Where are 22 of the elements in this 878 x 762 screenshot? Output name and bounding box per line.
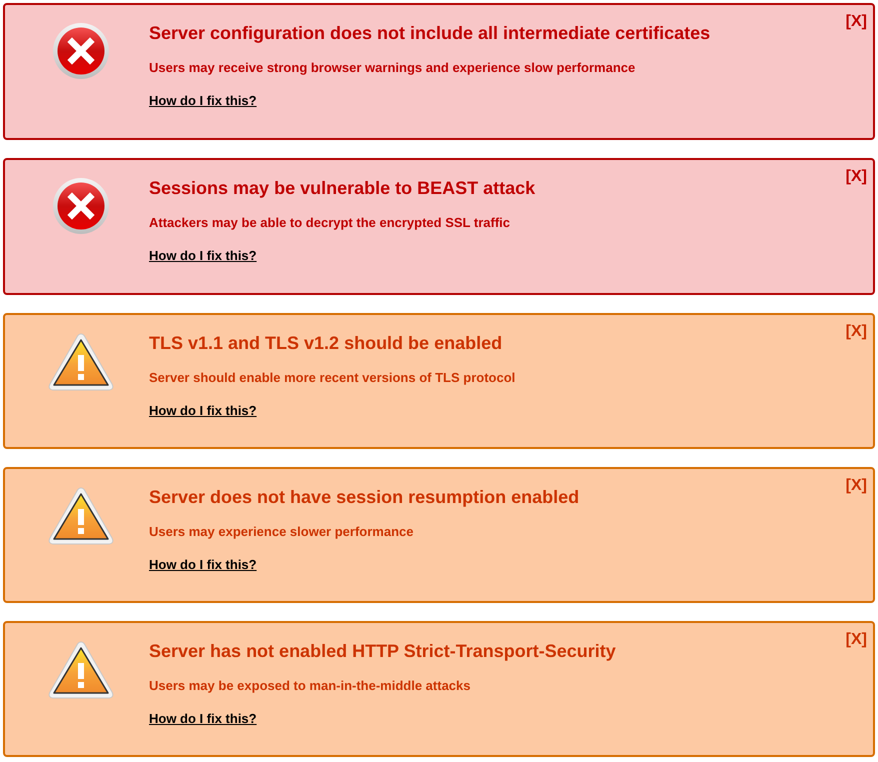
error-x-icon: [53, 23, 109, 79]
alert-title: TLS v1.1 and TLS v1.2 should be enabled: [149, 332, 502, 354]
fix-help-link[interactable]: How do I fix this?: [149, 711, 257, 727]
fix-help-link[interactable]: How do I fix this?: [149, 557, 257, 573]
warning-triangle-icon: [48, 333, 114, 391]
warning-triangle-icon: [48, 487, 114, 545]
fix-help-link[interactable]: How do I fix this?: [149, 93, 257, 109]
close-button[interactable]: [X]: [846, 168, 867, 186]
close-button[interactable]: [X]: [846, 13, 867, 31]
alert-description: Users may experience slower performance: [149, 524, 414, 540]
alert-title: Sessions may be vulnerable to BEAST attack: [149, 177, 536, 199]
alert-description: Server should enable more recent versions of TLS protocol: [149, 370, 516, 386]
alert-description: Attackers may be able to decrypt the encrypted SSL traffic: [149, 215, 510, 231]
error-x-icon: [53, 178, 109, 234]
alert-title: Server does not have session resumption enabled: [149, 486, 580, 508]
warning-triangle-icon: [48, 641, 114, 699]
fix-help-link[interactable]: How do I fix this?: [149, 248, 257, 264]
alert-title: Server has not enabled HTTP Strict-Transport-Security: [149, 640, 616, 662]
fix-help-link[interactable]: How do I fix this?: [149, 403, 257, 419]
alert-description: Users may be exposed to man-in-the-middle attacks: [149, 678, 470, 694]
alert-title: Server configuration does not include all intermediate certificates: [149, 22, 710, 44]
alert-description: Users may receive strong browser warnings and experience slow performance: [149, 60, 636, 76]
